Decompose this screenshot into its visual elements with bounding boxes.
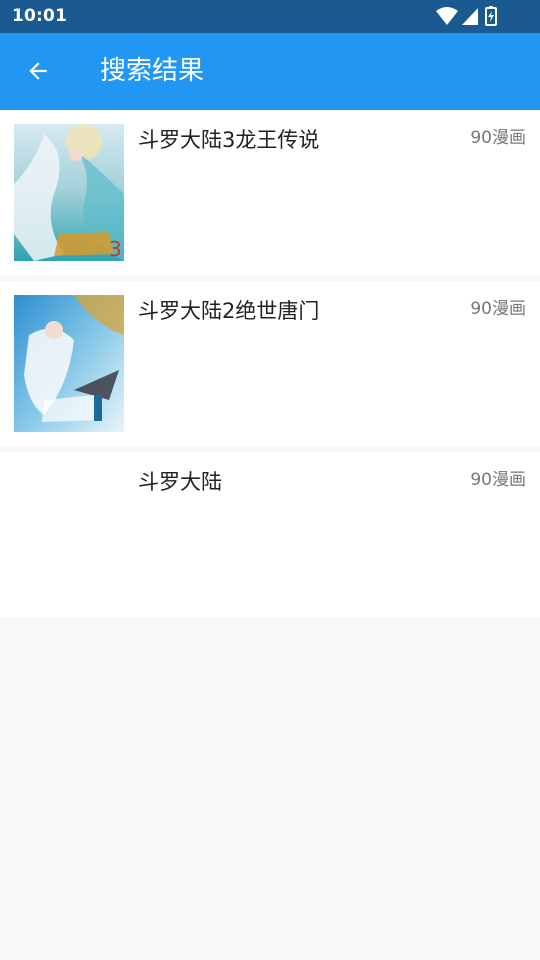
list-item[interactable]: 3 斗罗大陆3龙王传说 90漫画 bbox=[0, 110, 540, 275]
comic-title: 斗罗大陆2绝世唐门 bbox=[138, 299, 320, 323]
arrow-back-icon bbox=[29, 62, 47, 80]
page-title: 搜索结果 bbox=[100, 56, 205, 86]
back-button[interactable] bbox=[18, 51, 58, 91]
cover-image bbox=[14, 295, 124, 432]
status-time: 10:01 bbox=[12, 6, 68, 26]
comic-source: 90漫画 bbox=[470, 470, 526, 490]
battery-charging-icon bbox=[485, 6, 497, 26]
svg-text:3: 3 bbox=[109, 237, 122, 261]
wifi-icon bbox=[436, 7, 458, 25]
status-bar: 10:01 bbox=[0, 0, 540, 33]
signal-icon bbox=[462, 8, 478, 25]
app-bar: 搜索结果 bbox=[0, 33, 540, 110]
cover-image bbox=[14, 466, 124, 603]
comic-source: 90漫画 bbox=[470, 299, 526, 319]
cover-image: 3 bbox=[14, 124, 124, 261]
list-item[interactable]: 斗罗大陆2绝世唐门 90漫画 bbox=[0, 281, 540, 446]
comic-source: 90漫画 bbox=[470, 128, 526, 148]
comic-title: 斗罗大陆 bbox=[138, 470, 222, 494]
status-icons bbox=[436, 6, 502, 26]
search-results-list: 3 斗罗大陆3龙王传说 90漫画 斗罗大陆2绝世唐门 90漫画 斗罗大陆 90漫… bbox=[0, 110, 540, 617]
comic-title: 斗罗大陆3龙王传说 bbox=[138, 128, 320, 152]
list-item[interactable]: 斗罗大陆 90漫画 bbox=[0, 452, 540, 617]
